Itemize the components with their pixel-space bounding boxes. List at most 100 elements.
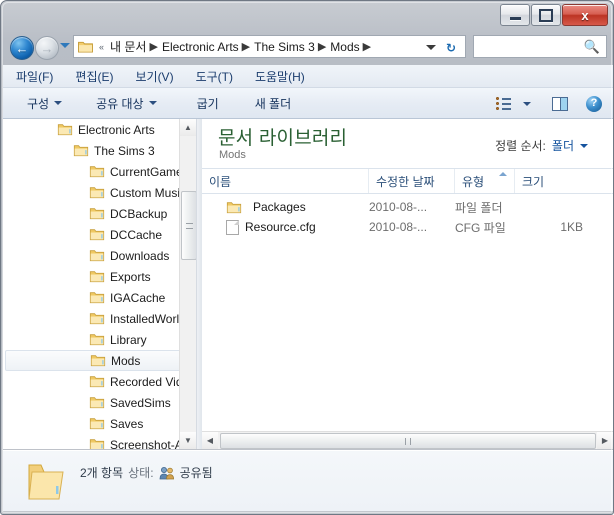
menu-item-edit[interactable]: 편집(E)	[66, 66, 122, 87]
folder-icon	[89, 313, 105, 325]
table-row[interactable]: Resource.cfg 2010-08-... CFG 파일 1KB	[202, 217, 613, 237]
tree-item-dcbackup[interactable]: DCBackup	[5, 203, 195, 224]
file-type-cell: CFG 파일	[455, 220, 506, 235]
folder-icon	[89, 376, 105, 388]
tree-item-savedsims[interactable]: SavedSims	[5, 392, 195, 413]
help-button[interactable]: ?	[581, 93, 607, 114]
folder-icon	[57, 124, 73, 136]
breadcrumb-chevron-3[interactable]: ▶	[362, 40, 373, 53]
status-text: 2개 항목 상태: 공유됨	[80, 464, 213, 481]
tree-item-exports[interactable]: Exports	[5, 266, 195, 287]
breadcrumb-chevron-2[interactable]: ▶	[317, 40, 328, 53]
breadcrumb-item-3[interactable]: Mods	[328, 40, 361, 54]
search-box[interactable]: 🔍	[473, 35, 607, 58]
folder-icon	[89, 166, 105, 178]
column-header-size[interactable]: 크기	[515, 169, 601, 193]
help-icon: ?	[586, 95, 602, 112]
tree-item-label: DCCache	[110, 227, 163, 242]
menu-item-view[interactable]: 보기(V)	[126, 66, 182, 87]
file-name-cell: Resource.cfg	[226, 219, 316, 235]
breadcrumb-item-2[interactable]: The Sims 3	[252, 40, 317, 54]
arrange-by-label: 정렬 순서:	[495, 139, 546, 153]
folder-icon	[89, 271, 105, 283]
burn-label: 굽기	[196, 96, 219, 111]
scroll-right-button[interactable]: ▶	[597, 432, 613, 449]
tree-item-recorded-videc[interactable]: Recorded Videc	[5, 371, 195, 392]
tree-item-installedworlds[interactable]: InstalledWorlds	[5, 308, 195, 329]
arrange-by-value[interactable]: 폴더	[552, 137, 574, 154]
tree-item-label: Exports	[110, 269, 151, 284]
view-dropdown-button[interactable]	[519, 93, 535, 114]
column-header-date[interactable]: 수정한 날짜	[369, 169, 455, 193]
views-icon	[496, 96, 512, 110]
folder-icon	[28, 464, 64, 500]
breadcrumb-chevron-0[interactable]: ▶	[148, 40, 159, 53]
burn-button[interactable]: 굽기	[187, 91, 229, 116]
share-with-label: 공유 대상	[96, 96, 144, 111]
change-view-button[interactable]	[491, 93, 517, 114]
breadcrumb-item-1[interactable]: Electronic Arts	[160, 40, 241, 54]
title-bar: x	[1, 1, 614, 29]
column-header-date-label: 수정한 날짜	[376, 174, 435, 189]
tree-item-label: IGACache	[110, 290, 166, 305]
folder-icon	[89, 334, 105, 346]
breadcrumb-chevron-1[interactable]: ▶	[241, 40, 252, 53]
tree-item-label: Electronic Arts	[78, 122, 155, 137]
window-controls: x	[499, 4, 608, 26]
minimize-button[interactable]	[500, 4, 530, 26]
organize-button[interactable]: 구성	[17, 91, 72, 116]
tree-item-screenshot-all[interactable]: Screenshot-All	[5, 434, 195, 449]
column-header-type-label: 유형	[462, 174, 485, 189]
file-date-cell: 2010-08-...	[369, 200, 428, 214]
chevron-down-icon	[54, 101, 63, 105]
back-button[interactable]: ←	[10, 36, 34, 60]
address-bar-row: ← → « 내 문서 ▶ Electronic Arts ▶ The Sims …	[1, 29, 614, 65]
file-list-pane[interactable]: 문서 라이브러리 Mods 정렬 순서: 폴더 이름 수정한 날짜 유형 크기 …	[202, 119, 613, 449]
preview-pane-button[interactable]	[547, 93, 573, 114]
new-folder-button[interactable]: 새 폴더	[245, 91, 301, 116]
close-button[interactable]: x	[562, 4, 608, 26]
recent-locations-dropdown-icon[interactable]	[60, 43, 70, 48]
refresh-button[interactable]: ↻	[440, 39, 462, 56]
menu-item-help[interactable]: 도움말(H)	[246, 66, 314, 87]
column-header-type[interactable]: 유형	[455, 169, 515, 193]
navigation-pane[interactable]: Electronic Arts The Sims 3 CurrentGame.si C…	[3, 119, 196, 449]
folder-icon	[90, 355, 106, 367]
folder-icon	[73, 145, 89, 157]
tree-item-currentgame-si[interactable]: CurrentGame.si	[5, 161, 195, 182]
tree-item-saves[interactable]: Saves	[5, 413, 195, 434]
chevron-down-icon	[148, 101, 157, 105]
tree-item-mods[interactable]: Mods	[5, 350, 195, 371]
sort-ascending-icon	[499, 172, 507, 176]
maximize-button[interactable]	[531, 4, 561, 26]
scrollbar-thumb[interactable]	[181, 191, 196, 260]
tree-item-dccache[interactable]: DCCache	[5, 224, 195, 245]
arrange-by-control[interactable]: 정렬 순서: 폴더	[495, 137, 588, 154]
share-with-button[interactable]: 공유 대상	[86, 91, 167, 116]
scroll-down-button[interactable]: ▼	[180, 432, 196, 449]
column-header-name-label: 이름	[209, 174, 232, 189]
address-dropdown-icon[interactable]	[426, 45, 436, 50]
navigation-pane-vertical-scrollbar[interactable]: ▲ ▼	[179, 119, 196, 449]
tree-item-downloads[interactable]: Downloads	[5, 245, 195, 266]
tree-item-electronic-arts[interactable]: Electronic Arts	[5, 119, 195, 140]
scrollbar-thumb[interactable]	[220, 433, 596, 449]
scroll-up-button[interactable]: ▲	[180, 119, 196, 136]
tree-item-library[interactable]: Library	[5, 329, 195, 350]
menu-bar: 파일(F) 편집(E) 보기(V) 도구(T) 도움말(H)	[3, 65, 613, 88]
forward-button[interactable]: →	[35, 36, 59, 60]
column-header-name[interactable]: 이름	[202, 169, 369, 193]
breadcrumb-overflow-icon[interactable]: «	[96, 42, 108, 52]
menu-item-file[interactable]: 파일(F)	[7, 66, 62, 87]
tree-item-custom-music[interactable]: Custom Music	[5, 182, 195, 203]
column-header-row: 이름 수정한 날짜 유형 크기	[202, 168, 613, 194]
tree-item-igacache[interactable]: IGACache	[5, 287, 195, 308]
file-list-horizontal-scrollbar[interactable]: ◀ ▶	[202, 431, 613, 449]
table-row[interactable]: Packages 2010-08-... 파일 폴더	[202, 197, 613, 217]
search-input[interactable]	[479, 38, 591, 55]
breadcrumb-item-0[interactable]: 내 문서	[108, 38, 148, 55]
tree-item-the-sims-3[interactable]: The Sims 3	[5, 140, 195, 161]
scroll-left-button[interactable]: ◀	[202, 432, 218, 449]
address-bar[interactable]: « 내 문서 ▶ Electronic Arts ▶ The Sims 3 ▶ …	[73, 35, 466, 58]
menu-item-tools[interactable]: 도구(T)	[187, 66, 242, 87]
